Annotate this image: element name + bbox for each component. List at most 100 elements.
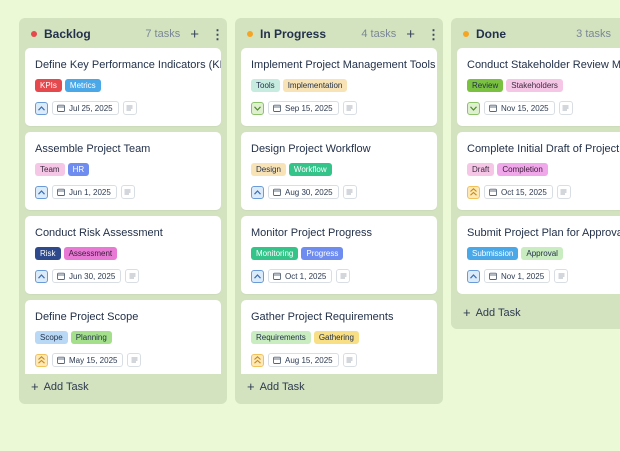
description-icon[interactable] [556, 185, 571, 199]
column-menu-icon[interactable]: ⋮ [427, 28, 440, 41]
column-done: Done 3 tasks Conduct Stakeholder Review … [451, 18, 620, 329]
due-date[interactable]: Aug 30, 2025 [268, 185, 339, 199]
tag-label: Submission [467, 247, 519, 260]
priority-up-icon[interactable] [251, 185, 264, 199]
add-task-label: Add Task [43, 380, 89, 393]
card-meta: Oct 1, 2025 [251, 269, 427, 283]
task-card[interactable]: Assemble Project Team Team HR Jun 1, 2025 [25, 132, 221, 210]
priority-high-icon[interactable] [467, 185, 480, 199]
card-tags: Requirements Gathering [251, 331, 427, 344]
calendar-icon [57, 104, 65, 112]
card-list[interactable]: Define Key Performance Indicators (KPIs)… [25, 48, 221, 374]
description-icon[interactable] [342, 101, 357, 115]
tag-label: Workflow [288, 163, 332, 176]
add-task-button[interactable]: + Add Task [247, 380, 305, 393]
task-card[interactable]: Implement Project Management Tools Tools… [241, 48, 437, 126]
column-header: In Progress 4 tasks + ⋮ [235, 18, 443, 50]
task-count: 7 tasks [145, 28, 181, 40]
priority-up-icon[interactable] [35, 185, 48, 199]
description-icon[interactable] [120, 185, 135, 199]
priority-high-icon[interactable] [35, 353, 48, 367]
tag-label: Progress [301, 247, 344, 260]
task-card[interactable]: Define Key Performance Indicators (KPIs)… [25, 48, 221, 126]
column-menu-icon[interactable]: ⋮ [211, 28, 224, 41]
calendar-icon [57, 272, 65, 280]
card-tags: Review Stakeholders [467, 79, 610, 92]
card-title: Conduct Risk Assessment [35, 227, 163, 239]
due-date[interactable]: Jun 30, 2025 [52, 269, 122, 283]
description-icon[interactable] [342, 353, 357, 367]
card-meta: Aug 15, 2025 [251, 353, 427, 367]
description-icon[interactable] [122, 101, 137, 115]
task-card[interactable]: Conduct Risk Assessment Risk Assessment J… [25, 216, 221, 294]
card-tags: Scope Planning [35, 331, 211, 344]
due-date[interactable]: Nov 1, 2025 [484, 269, 551, 283]
description-icon[interactable] [125, 269, 140, 283]
due-date-text: Sep 15, 2025 [285, 103, 333, 113]
due-date[interactable]: Sep 15, 2025 [268, 101, 339, 115]
column-title: In Progress [260, 27, 327, 41]
card-title: Monitor Project Progress [251, 227, 373, 239]
card-title: Implement Project Management Tools [251, 59, 436, 71]
tag-label: Approval [521, 247, 563, 260]
due-date-text: Oct 15, 2025 [501, 187, 547, 197]
card-meta: Jul 25, 2025 [35, 101, 211, 115]
due-date[interactable]: Jun 1, 2025 [52, 185, 117, 199]
card-title: Design Project Workflow [251, 143, 371, 155]
task-card[interactable]: Design Project Workflow Design Workflow A… [241, 132, 437, 210]
priority-up-icon[interactable] [35, 269, 48, 283]
card-list[interactable]: Conduct Stakeholder Review Meeting Revie… [457, 48, 620, 294]
due-date-text: Jul 25, 2025 [69, 103, 113, 113]
card-tags: Monitoring Progress [251, 247, 427, 260]
task-count: 4 tasks [361, 28, 397, 40]
task-card[interactable]: Submit Project Plan for Approval Submiss… [457, 216, 620, 294]
priority-high-icon[interactable] [251, 353, 264, 367]
calendar-icon [273, 188, 281, 196]
card-tags: Draft Completion [467, 163, 610, 176]
card-title: Define Project Scope [35, 311, 139, 323]
add-task-button[interactable]: + Add Task [463, 306, 521, 319]
due-date-text: Jun 30, 2025 [69, 271, 116, 281]
task-card[interactable]: Conduct Stakeholder Review Meeting Revie… [457, 48, 620, 126]
due-date[interactable]: Aug 15, 2025 [268, 353, 339, 367]
plus-icon: + [463, 305, 471, 320]
due-date[interactable]: Oct 15, 2025 [484, 185, 553, 199]
tag-label: Metrics [64, 79, 101, 92]
priority-up-icon[interactable] [467, 269, 480, 283]
due-date-text: Aug 30, 2025 [285, 187, 333, 197]
tag-label: Monitoring [251, 247, 299, 260]
tag-label: Completion [497, 163, 548, 176]
card-meta: Jun 30, 2025 [35, 269, 211, 283]
description-icon[interactable] [127, 353, 142, 367]
priority-up-icon[interactable] [35, 101, 48, 115]
description-icon[interactable] [342, 185, 357, 199]
column-in-progress: In Progress 4 tasks + ⋮ Implement Projec… [235, 18, 443, 404]
calendar-icon [57, 188, 65, 196]
due-date[interactable]: Jul 25, 2025 [52, 101, 119, 115]
task-card[interactable]: Complete Initial Draft of Project Plan D… [457, 132, 620, 210]
column-title: Done [476, 27, 506, 41]
task-card[interactable]: Gather Project Requirements Requirements… [241, 300, 437, 374]
add-card-button[interactable]: + [190, 27, 199, 42]
add-task-button[interactable]: + Add Task [31, 380, 89, 393]
task-card[interactable]: Define Project Scope Scope Planning May 1… [25, 300, 221, 374]
priority-up-icon[interactable] [251, 269, 264, 283]
calendar-icon [489, 272, 497, 280]
priority-down-icon[interactable] [251, 101, 264, 115]
add-card-button[interactable]: + [406, 27, 415, 42]
description-icon[interactable] [558, 101, 573, 115]
due-date-text: Nov 15, 2025 [501, 103, 549, 113]
card-title: Define Key Performance Indicators (KPIs) [35, 59, 221, 71]
task-card[interactable]: Monitor Project Progress Monitoring Progr… [241, 216, 437, 294]
description-icon[interactable] [336, 269, 351, 283]
due-date[interactable]: Oct 1, 2025 [268, 269, 333, 283]
description-icon[interactable] [554, 269, 569, 283]
due-date[interactable]: May 15, 2025 [52, 353, 124, 367]
status-dot [247, 31, 253, 37]
due-date[interactable]: Nov 15, 2025 [484, 101, 555, 115]
card-list[interactable]: Implement Project Management Tools Tools… [241, 48, 437, 374]
priority-down-icon[interactable] [467, 101, 480, 115]
due-date-text: May 15, 2025 [69, 355, 118, 365]
tag-label: Draft [467, 163, 495, 176]
tag-label: Assessment [63, 247, 118, 260]
